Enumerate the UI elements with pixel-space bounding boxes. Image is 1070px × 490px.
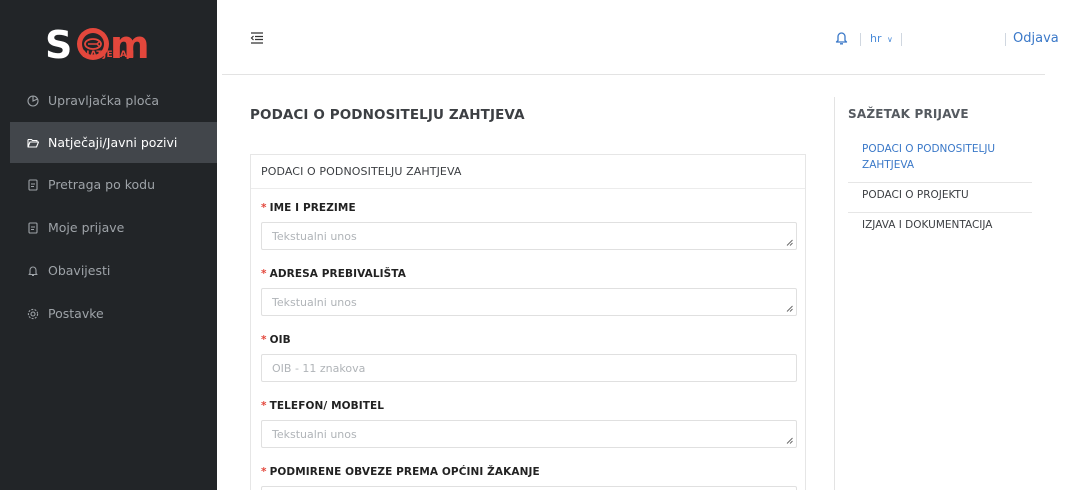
chevron-down-icon: ∨ <box>887 35 893 44</box>
summary-item-podnositelj[interactable]: PODACI O PODNOSITELJU ZAHTJEVA <box>848 137 1032 183</box>
sidebar-item-dashboard[interactable]: Upravljačka ploča <box>0 79 217 122</box>
required-marker: * <box>261 400 267 412</box>
sidebar-item-moje-prijave[interactable]: Moje prijave <box>0 206 217 249</box>
sidebar-item-pretraga[interactable]: Pretraga po kodu <box>0 163 217 206</box>
required-marker: * <box>261 268 267 280</box>
placeholder: OIB - 11 znakova <box>272 361 366 375</box>
language-selector[interactable]: hr ∨ <box>870 32 893 45</box>
placeholder: Tekstualni unos <box>272 229 357 243</box>
name-textarea[interactable]: Tekstualni unos <box>261 222 797 250</box>
bell-icon <box>27 265 39 277</box>
field-label: * PODMIRENE OBVEZE PREMA OPĆINI ŽAKANJE <box>261 466 540 478</box>
sidebar-item-postavke[interactable]: Postavke <box>0 292 217 335</box>
required-marker: * <box>261 202 267 214</box>
sidebar-item-natjecaji[interactable]: Natječaji/Javni pozivi <box>10 122 217 163</box>
field-label: * TELEFON/ MOBITEL <box>261 400 385 412</box>
field-adresa: * ADRESA PREBIVALIŠTA Tekstualni unos <box>261 267 797 316</box>
brand-logo[interactable]: S m NATJEČAJI <box>0 0 217 80</box>
bell-icon[interactable] <box>835 31 848 45</box>
gear-icon <box>27 308 39 320</box>
field-obveze: * PODMIRENE OBVEZE PREMA OPĆINI ŽAKANJE <box>261 465 797 490</box>
oib-input[interactable]: OIB - 11 znakova <box>261 354 797 382</box>
topbar <box>217 0 1070 75</box>
sidebar-item-obavijesti[interactable]: Obavijesti <box>0 249 217 292</box>
dashboard-icon <box>27 94 39 107</box>
logout-link[interactable]: Odjava <box>1013 31 1059 46</box>
divider <box>1005 33 1006 46</box>
field-ime-prezime: * IME I PREZIME Tekstualni unos <box>261 201 797 250</box>
header-divider <box>222 74 1045 75</box>
field-telefon: * TELEFON/ MOBITEL Tekstualni unos <box>261 399 797 448</box>
sidebar-item-label: Obavijesti <box>48 263 111 278</box>
sidebar-item-label: Pretraga po kodu <box>48 177 155 192</box>
menu-collapse-icon[interactable] <box>250 31 264 45</box>
address-textarea[interactable]: Tekstualni unos <box>261 288 797 316</box>
summary-title: SAŽETAK PRIJAVE <box>848 107 969 121</box>
field-label: * IME I PREZIME <box>261 202 356 214</box>
language-value: hr <box>870 32 882 45</box>
required-marker: * <box>261 466 267 478</box>
resize-handle-icon[interactable] <box>786 305 793 312</box>
document-icon <box>27 221 39 234</box>
obligations-input[interactable] <box>261 486 797 490</box>
phone-textarea[interactable]: Tekstualni unos <box>261 420 797 448</box>
document-icon <box>27 178 39 191</box>
field-label: * ADRESA PREBIVALIŠTA <box>261 268 406 280</box>
form-card: PODACI O PODNOSITELJU ZAHTJEVA * IME I PR… <box>250 154 806 490</box>
sidebar-nav: Upravljačka ploča Natječaji/Javni pozivi… <box>0 79 217 335</box>
page-title: PODACI O PODNOSITELJU ZAHTJEVA <box>250 107 525 123</box>
summary-divider <box>834 97 835 490</box>
sidebar: S m NATJEČAJI Upravljačka ploča Natječaj… <box>0 0 217 490</box>
field-label: * OIB <box>261 334 291 346</box>
summary-item-izjava[interactable]: IZJAVA I DOKUMENTACIJA <box>848 213 1032 242</box>
divider <box>860 33 861 46</box>
required-marker: * <box>261 334 267 346</box>
summary-item-projekt[interactable]: PODACI O PROJEKTU <box>848 183 1032 213</box>
sidebar-item-label: Upravljačka ploča <box>48 93 159 108</box>
field-oib: * OIB OIB - 11 znakova <box>261 333 797 382</box>
divider <box>901 33 902 46</box>
card-title: PODACI O PODNOSITELJU ZAHTJEVA <box>251 155 805 189</box>
sidebar-item-label: Postavke <box>48 306 104 321</box>
resize-handle-icon[interactable] <box>786 437 793 444</box>
sidebar-item-label: Natječaji/Javni pozivi <box>48 135 178 150</box>
folder-open-icon <box>27 137 39 149</box>
summary-list: PODACI O PODNOSITELJU ZAHTJEVA PODACI O … <box>848 137 1032 242</box>
sidebar-item-label: Moje prijave <box>48 220 125 235</box>
placeholder: Tekstualni unos <box>272 295 357 309</box>
resize-handle-icon[interactable] <box>786 239 793 246</box>
svg-text:S: S <box>45 23 72 64</box>
placeholder: Tekstualni unos <box>272 427 357 441</box>
logo-subtitle: NATJEČAJI <box>82 50 135 60</box>
